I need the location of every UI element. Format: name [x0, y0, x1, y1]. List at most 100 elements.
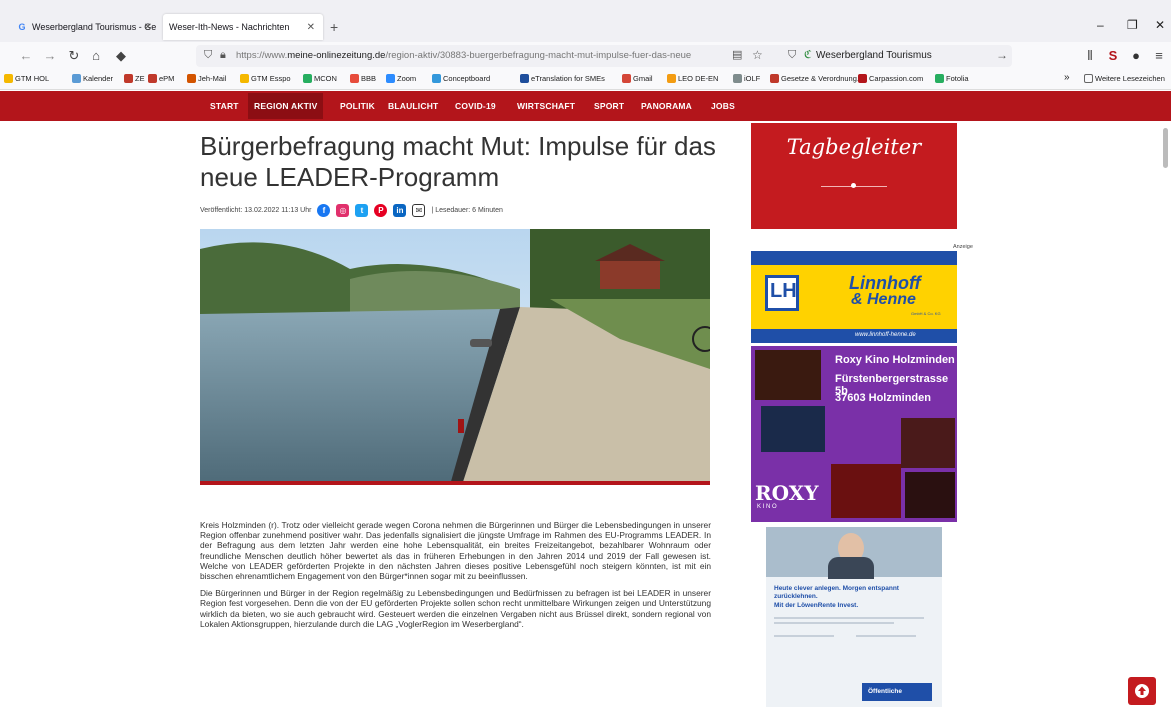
article-meta: Veröffentlicht: 13.02.2022 11:13 Uhr f ◎…: [200, 202, 503, 218]
bookmark-icon: [733, 74, 742, 83]
menu-icon[interactable]: ≡: [1151, 48, 1167, 63]
bookmark-item[interactable]: ePM: [148, 74, 174, 83]
bookmark-item[interactable]: Zoom: [386, 74, 416, 83]
lock-icon[interactable]: 🔒︎: [220, 49, 226, 62]
bookmark-item[interactable]: eTranslation for SMEs: [520, 74, 605, 83]
bookmark-icon: [622, 74, 631, 83]
nav-start[interactable]: START: [210, 101, 239, 111]
bookmark-label: Kalender: [83, 74, 114, 83]
roxy-logo-sub: K I N O: [757, 504, 777, 510]
nav-covid-19[interactable]: COVID-19: [455, 101, 496, 111]
url-prefix: https://www.: [236, 50, 288, 61]
maximize-button[interactable]: ❐: [1127, 18, 1138, 32]
account-icon[interactable]: ●: [1128, 48, 1144, 63]
ad-headline: zurücklehnen.: [774, 593, 818, 600]
linkedin-icon[interactable]: in: [393, 203, 407, 217]
close-tab-icon[interactable]: ✕: [307, 22, 315, 33]
tab-weserbergland[interactable]: G Weserbergland Tourismus - Ge ✕: [10, 14, 160, 40]
bookmark-label: Jeh-Mail: [198, 74, 227, 83]
company-suffix: GmbH & Co. KG: [911, 311, 941, 316]
bookmark-item[interactable]: Fotolia: [935, 74, 969, 83]
minimize-button[interactable]: –: [1097, 18, 1104, 32]
back-to-top-button[interactable]: [1128, 677, 1156, 705]
article-paragraph: Kreis Holzminden (r). Trotz oder viellei…: [200, 520, 711, 582]
url-bar[interactable]: ⛉ 🔒︎ https://www.meine-onlinezeitung.de/…: [196, 45, 1012, 67]
url-text[interactable]: https://www.meine-onlinezeitung.de/regio…: [236, 50, 771, 61]
facebook-icon[interactable]: f: [317, 203, 331, 217]
bookmark-item[interactable]: Jeh-Mail: [187, 74, 226, 83]
reader-view-icon[interactable]: ▤: [732, 48, 742, 61]
bookmark-item[interactable]: GTM HOL: [4, 74, 49, 83]
tab-weser-ith-news[interactable]: Weser-Ith-News - Nachrichten ✕: [163, 14, 323, 40]
bookmark-label: Fotolia: [946, 74, 969, 83]
bookmark-icon: [72, 74, 81, 83]
google-favicon-icon: G: [18, 22, 26, 32]
linnhoff-url: www.linnhoff-henne.de: [855, 332, 916, 338]
bookmark-icon: [350, 74, 359, 83]
bookmark-label: GTM HOL: [15, 74, 50, 83]
bookmark-label: Conceptboard: [443, 74, 491, 83]
go-arrow-icon[interactable]: →: [996, 48, 1008, 62]
nav-panorama[interactable]: PANORAMA: [641, 101, 692, 111]
bookmark-item[interactable]: BBB: [350, 74, 376, 83]
nav-wirtschaft[interactable]: WIRTSCHAFT: [517, 101, 575, 111]
bookmark-item[interactable]: Kalender: [72, 74, 113, 83]
pocket-icon[interactable]: ⛉: [788, 49, 796, 62]
bookmarks-bar: GTM HOL Kalender ZE ePM Jeh-Mail GTM Ess…: [0, 70, 1171, 90]
bookmark-label: iOLF: [744, 74, 761, 83]
bookmark-item[interactable]: LEO DE-EN: [667, 74, 718, 83]
scrollbar-thumb[interactable]: [1163, 128, 1168, 168]
other-bookmarks[interactable]: Weitere Lesezeichen: [1084, 74, 1165, 83]
tagbegleiter-logo: Tagbegleiter: [786, 135, 922, 159]
bookmark-item[interactable]: Carpassion.com: [858, 74, 923, 83]
nav-jobs[interactable]: JOBS: [711, 101, 735, 111]
tagbegleiter-ad[interactable]: Tagbegleiter: [751, 123, 957, 229]
roxy-line1: Roxy Kino Holzminden: [835, 354, 955, 366]
bookmark-item[interactable]: Gesetze & Verordnung...: [770, 74, 863, 83]
search-engine-label[interactable]: Weserbergland Tourismus: [816, 50, 932, 61]
instagram-icon[interactable]: ◎: [336, 203, 350, 217]
bookmark-icon: [520, 74, 529, 83]
divider-dot: [851, 183, 856, 188]
extension-icon[interactable]: ◆: [113, 48, 129, 64]
loewenrente-ad[interactable]: Heute clever anlegen. Morgen entspannt z…: [766, 527, 942, 707]
forward-arrow-icon[interactable]: →: [42, 48, 58, 63]
pinterest-icon[interactable]: P: [374, 203, 388, 217]
bookmark-item[interactable]: MCON: [303, 74, 337, 83]
bookmark-icon: [148, 74, 157, 83]
ad-headline: Mit der LöwenRente Invest.: [774, 602, 859, 609]
shield-icon[interactable]: ⛉: [204, 49, 212, 62]
back-arrow-icon[interactable]: ←: [18, 48, 34, 63]
twitter-icon[interactable]: t: [355, 203, 369, 217]
bookmark-item[interactable]: GTM Esspo: [240, 74, 291, 83]
bookmark-item[interactable]: Conceptboard: [432, 74, 490, 83]
nav-sport[interactable]: SPORT: [594, 101, 624, 111]
tab-title: Weser-Ith-News - Nachrichten: [169, 22, 290, 32]
bookmarks-overflow-icon[interactable]: »: [1064, 72, 1070, 83]
bookmark-star-icon[interactable]: ☆: [752, 48, 763, 62]
article-paragraph: Die Bürgerinnen und Bürger in der Region…: [200, 588, 711, 629]
nav-region-aktiv[interactable]: REGION AKTIV: [248, 93, 324, 119]
close-window-button[interactable]: ✕: [1155, 18, 1165, 32]
library-icon[interactable]: ⫴: [1082, 48, 1098, 64]
nav-blaulicht[interactable]: BLAULICHT: [388, 101, 438, 111]
cinema-photo: [761, 406, 825, 452]
cinema-seats-photo: [831, 464, 901, 518]
linnhoff-henne-ad[interactable]: LH Linnhoff & Henne GmbH & Co. KG www.li…: [751, 251, 957, 343]
ad-label: Anzeige: [953, 244, 973, 250]
bookmark-item[interactable]: Gmail: [622, 74, 653, 83]
article-photo: [200, 229, 710, 485]
bookmark-icon: [4, 74, 13, 83]
close-tab-icon[interactable]: ✕: [144, 22, 152, 33]
bookmark-item[interactable]: iOLF: [733, 74, 760, 83]
bookmark-item[interactable]: ZE: [124, 74, 145, 83]
reload-icon[interactable]: ↻: [66, 48, 82, 64]
mail-icon[interactable]: ✉: [412, 203, 426, 217]
addon-s-icon[interactable]: S: [1105, 48, 1121, 63]
bookmark-label: Gesetze & Verordnung...: [781, 74, 864, 83]
new-tab-button[interactable]: +: [330, 19, 338, 35]
bookmark-icon: [303, 74, 312, 83]
home-icon[interactable]: ⌂: [88, 48, 104, 63]
roxy-kino-ad[interactable]: Roxy Kino Holzminden Fürstenbergerstrass…: [751, 346, 957, 522]
nav-politik[interactable]: POLITIK: [340, 101, 375, 111]
